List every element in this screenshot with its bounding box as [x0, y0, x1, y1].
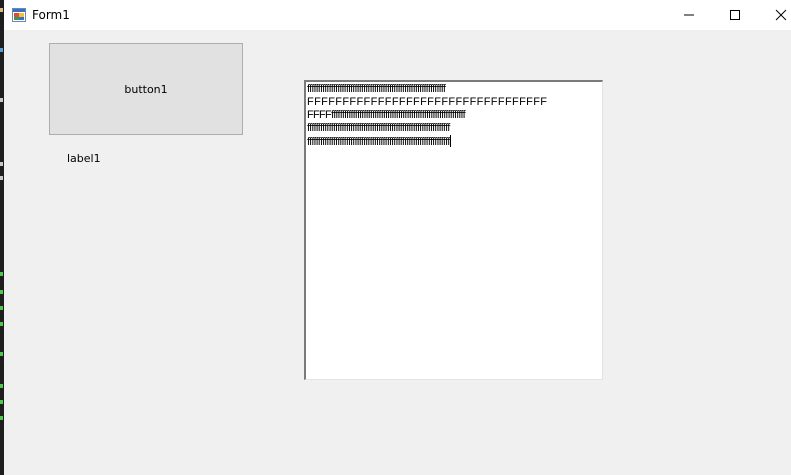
editor-glyph [0, 272, 3, 276]
editor-glyph [0, 8, 3, 12]
minimize-button[interactable] [666, 0, 712, 30]
minimize-icon [684, 14, 694, 16]
label1: label1 [67, 152, 101, 165]
form-window: Form1 button1 label1 fffffffffffffffffff… [4, 0, 791, 475]
editor-glyph [0, 416, 3, 420]
close-icon [775, 9, 787, 21]
button1-label: button1 [124, 82, 168, 96]
multiline-textbox[interactable]: ffffffffffffffffffffffffffffffffffffffff… [304, 80, 603, 380]
editor-glyph [0, 290, 3, 294]
form-app-icon[interactable] [12, 7, 26, 22]
editor-glyph [0, 176, 3, 180]
editor-glyph [0, 162, 3, 166]
text-caret [449, 135, 451, 147]
editor-glyph [0, 48, 3, 52]
maximize-button[interactable] [712, 0, 758, 30]
editor-glyph [0, 306, 3, 310]
title-bar[interactable]: Form1 [4, 0, 791, 30]
textbox-line: ffffffffffffffffffffffffffffffffffffffff… [307, 83, 446, 95]
textbox-last-line: ffffffffffffffffffffffffffffffffffffffff… [307, 135, 587, 148]
close-button[interactable] [758, 0, 791, 30]
window-title: Form1 [32, 8, 70, 22]
editor-glyph [0, 352, 3, 356]
textbox-line: FFFFFFFFFFFFFFFFFFFFFFFFFFFFFFFFFF [307, 96, 548, 108]
textbox-line: FFFFffffffffffffffffffffffffffffffffffff… [307, 109, 466, 121]
editor-glyph [0, 98, 3, 102]
button1[interactable]: button1 [49, 43, 243, 135]
editor-glyph [0, 322, 3, 326]
editor-glyph [0, 400, 3, 404]
textbox-line: ffffffffffffffffffffffffffffffffffffffff… [307, 122, 450, 134]
editor-glyph [0, 384, 3, 388]
maximize-icon [730, 10, 740, 20]
textbox-line-text: ffffffffffffffffffffffffffffffffffffffff… [307, 136, 450, 148]
